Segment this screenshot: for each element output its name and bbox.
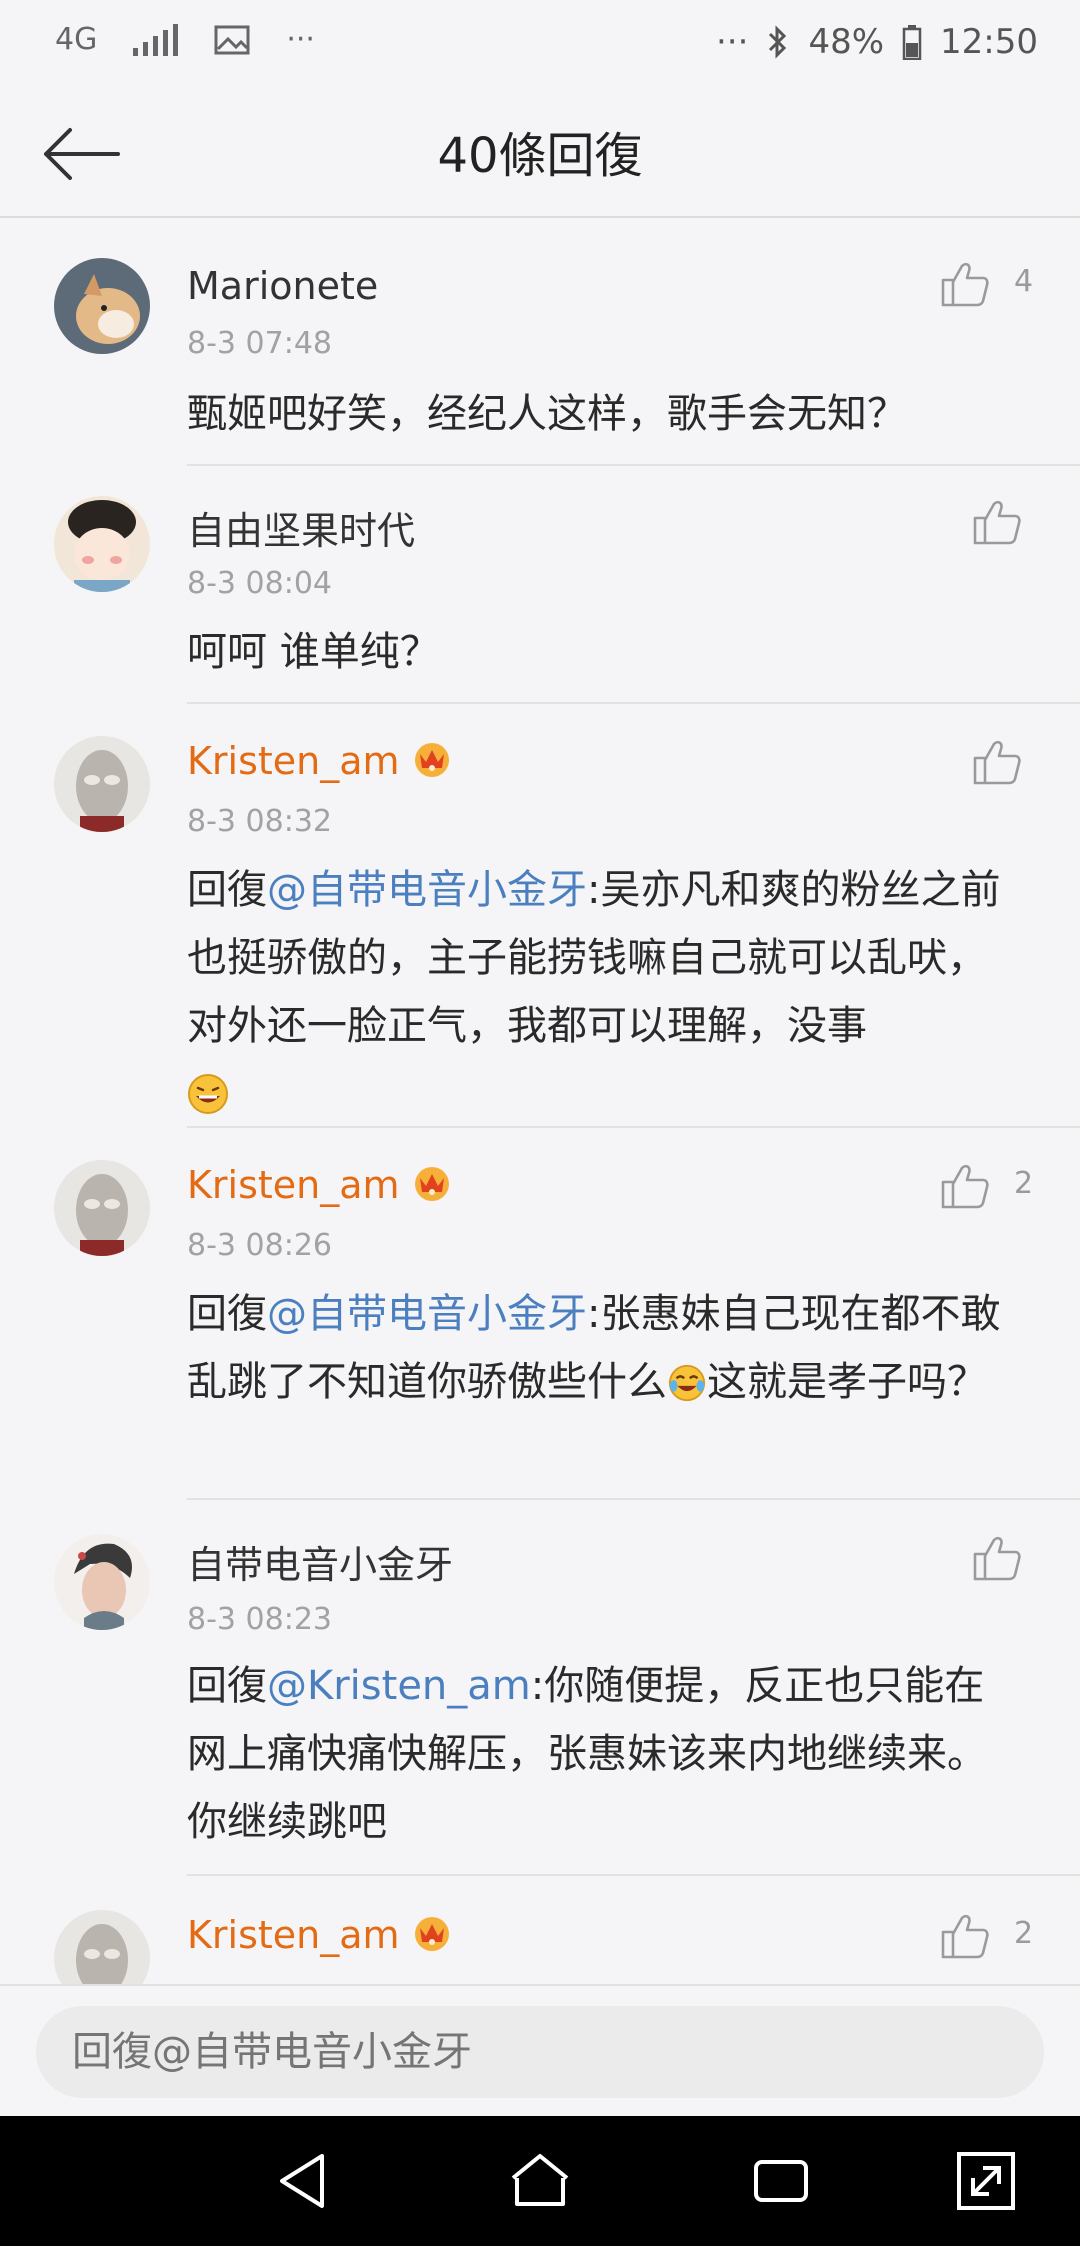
home-icon: [511, 2154, 569, 2206]
thumbs-up-icon: [973, 740, 1021, 785]
comment-time: 8-3 08:26: [187, 1228, 332, 1263]
system-expand-button[interactable]: [953, 2148, 1019, 2214]
avatar[interactable]: [54, 1160, 150, 1256]
username[interactable]: Kristen_am: [187, 1162, 454, 1211]
clock: 12:50: [940, 22, 1038, 62]
comment-text: 呵呵 谁单纯？: [187, 629, 440, 675]
avatar[interactable]: [54, 496, 150, 592]
image-icon: [214, 25, 250, 54]
comment-text: 回復@Kristen_am:你随便提，反正也只能在网上痛快痛快解压，张惠妹该来内…: [187, 1652, 1017, 1856]
like-button[interactable]: [972, 498, 1022, 546]
vip-crown-icon: [410, 1162, 454, 1211]
header: 40條回復: [0, 90, 1080, 218]
status-bar: 4G ··· ··· 48% 12:50: [0, 0, 1080, 90]
comment-time: 8-3 07:48: [187, 326, 332, 361]
more-dots-right: ···: [716, 22, 749, 62]
avatar[interactable]: [54, 736, 150, 832]
reply-prefix: 回復: [187, 867, 267, 913]
battery-percent: 48%: [808, 22, 885, 62]
reply-prefix: 回復: [187, 1291, 267, 1337]
like-button[interactable]: [940, 1912, 990, 1960]
avatar[interactable]: [54, 1910, 150, 1984]
comment-time: 8-3 08:04: [187, 566, 332, 601]
comment-text: 甄姬吧好笑，经纪人这样，歌手会无知？: [187, 391, 907, 437]
username[interactable]: Marionete: [187, 264, 378, 308]
divider: [187, 1126, 1080, 1128]
expand-icon: [957, 2152, 1015, 2210]
like-button[interactable]: [972, 1534, 1022, 1582]
signal-icon: [133, 23, 179, 56]
mention-link[interactable]: @自带电音小金牙: [267, 1291, 587, 1337]
page-title: 40條回復: [437, 128, 643, 184]
like-count: 4: [1014, 264, 1034, 299]
system-recents-button[interactable]: [748, 2148, 814, 2214]
comment-body-tail: 这就是孝子吗？: [707, 1359, 987, 1405]
battery-icon: [902, 25, 922, 60]
like-count: 2: [1014, 1166, 1034, 1201]
username[interactable]: 自带电音小金牙: [187, 1534, 453, 1589]
thumbs-up-icon: [941, 1914, 989, 1959]
like-count: 2: [1014, 1916, 1034, 1951]
network-type: 4G: [55, 22, 98, 57]
triangle-back-icon: [280, 2154, 324, 2208]
avatar[interactable]: [54, 1534, 150, 1630]
username[interactable]: Kristen_am: [187, 738, 454, 787]
bluetooth-icon: [769, 25, 787, 59]
thumbs-up-icon: [973, 1536, 1021, 1581]
username-text[interactable]: Kristen_am: [187, 1913, 400, 1957]
comment-time: 8-3 08:32: [187, 804, 332, 839]
divider: [187, 702, 1080, 704]
thumbs-up-icon: [973, 500, 1021, 545]
username[interactable]: 自由坚果时代: [187, 500, 415, 555]
recents-icon: [754, 2160, 808, 2202]
mention-link[interactable]: @自带电音小金牙: [267, 867, 587, 913]
thumbs-up-icon: [941, 1164, 989, 1209]
tears-of-joy-emoji-icon: [667, 1356, 707, 1424]
like-button[interactable]: [940, 260, 990, 308]
system-navigation-bar: [0, 2116, 1080, 2246]
username-text[interactable]: Kristen_am: [187, 1163, 400, 1207]
username-text[interactable]: Kristen_am: [187, 739, 400, 783]
reply-input[interactable]: [36, 2006, 1044, 2098]
like-button[interactable]: [940, 1162, 990, 1210]
more-dots: ···: [286, 22, 315, 57]
reply-bar: [0, 1984, 1080, 2116]
vip-crown-icon: [410, 738, 454, 787]
reply-prefix: 回復: [187, 1663, 267, 1709]
divider: [187, 464, 1080, 466]
like-button[interactable]: [972, 738, 1022, 786]
thumbs-up-icon: [941, 262, 989, 307]
avatar[interactable]: [54, 258, 150, 354]
comment-list[interactable]: Marionete 8-3 07:48 甄姬吧好笑，经纪人这样，歌手会无知？ 4…: [0, 226, 1080, 1984]
divider: [187, 1498, 1080, 1500]
mention-link[interactable]: @Kristen_am: [267, 1663, 531, 1709]
system-home-button[interactable]: [507, 2148, 573, 2214]
comment-text: 回復@自带电音小金牙:张惠妹自己现在都不敢乱跳了不知道你骄傲些什么 这就是孝子吗？: [187, 1280, 1017, 1424]
system-back-button[interactable]: [272, 2148, 338, 2214]
vip-crown-icon: [410, 1912, 454, 1961]
comment-time: 8-3 08:23: [187, 1602, 332, 1637]
divider: [187, 1874, 1080, 1876]
username[interactable]: Kristen_am: [187, 1912, 454, 1961]
comment-text: 回復@自带电音小金牙:吴亦凡和爽的粉丝之前也挺骄傲的，主子能捞钱嘛自己就可以乱吠…: [187, 856, 1017, 1136]
